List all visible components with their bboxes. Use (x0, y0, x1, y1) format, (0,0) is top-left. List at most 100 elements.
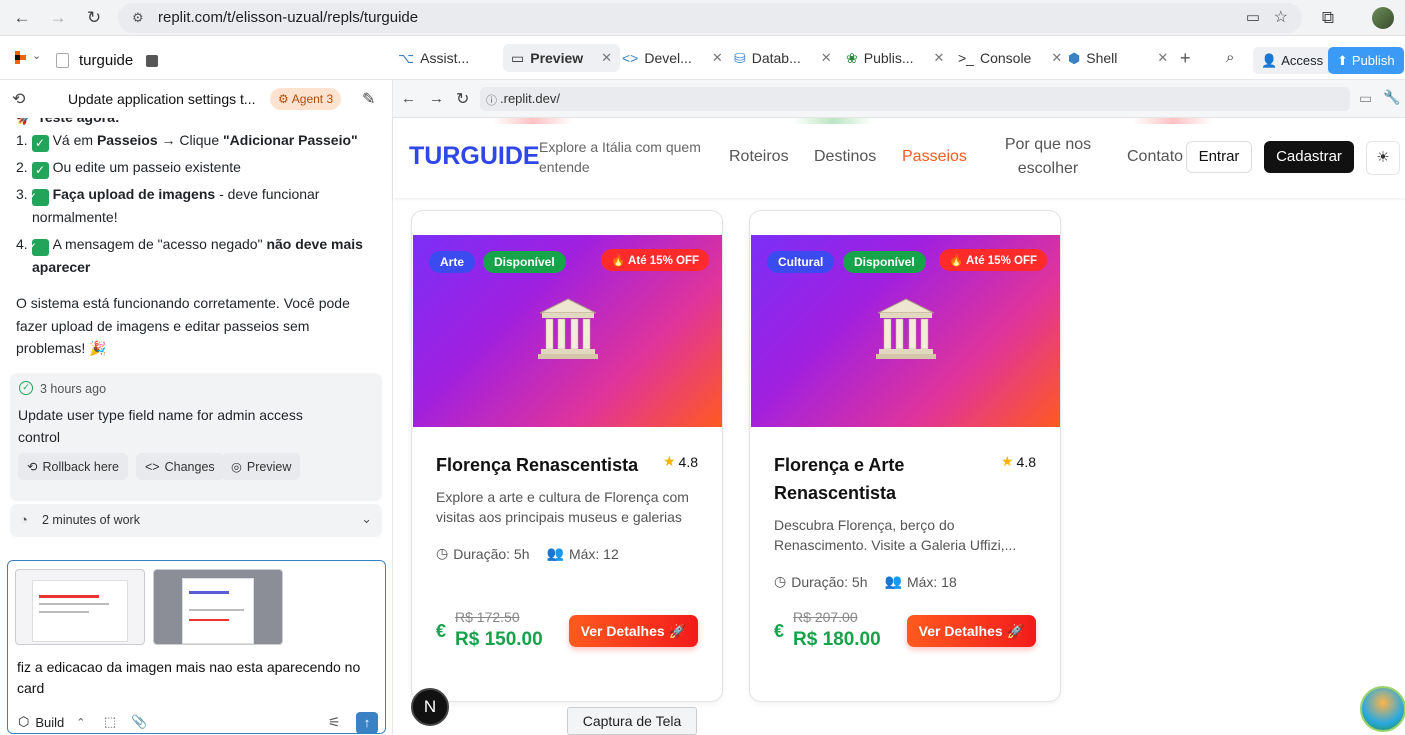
card-title[interactable]: Florença e Arte Renascentista (774, 451, 984, 507)
forward-icon[interactable]: → (48, 8, 68, 28)
details-button[interactable]: Ver Detalhes 🚀 (568, 615, 698, 647)
changes-button[interactable]: <> Changes (136, 453, 224, 480)
agent-summary: O sistema está funcionando corretamente.… (16, 295, 350, 356)
site-tagline: Explore a Itália com quem entende (539, 139, 701, 175)
card-title[interactable]: Florença Renascentista (436, 451, 646, 479)
thumbnail-line (189, 619, 229, 621)
tab-developer[interactable]: <> Devel... ✕ (622, 44, 723, 72)
history-icon[interactable]: ⟲ (12, 89, 25, 109)
forward-icon[interactable]: → (429, 90, 444, 107)
price: R$ 150.00 (455, 629, 543, 650)
agent-chat-panel: ⟲ Update application settings t... ⚙ Agen… (0, 80, 393, 734)
publish-button[interactable]: ⬆ Publish (1328, 47, 1404, 74)
close-icon[interactable]: ✕ (712, 50, 723, 66)
preview-toolbar: ← → ↻ ⓘ .replit.dev/ ▭ 🔧 (393, 80, 1405, 118)
details-button[interactable]: Ver Detalhes 🚀 (906, 615, 1036, 647)
landmark-icon (538, 298, 598, 359)
tab-console[interactable]: >_ Console ✕ (958, 44, 1062, 72)
card-meta: ◷ Duração: 5h 👥 Máx: 18 (774, 573, 957, 590)
island-avatar-icon[interactable] (1360, 686, 1405, 732)
address-bar[interactable]: ⚙ replit.com/t/elisson-uzual/repls/turgu… (118, 3, 1302, 33)
rollback-button[interactable]: ⟲ Rollback here (18, 453, 128, 480)
check-icon: ✓ (27, 238, 49, 256)
tab-assistant[interactable]: ⌥ Assist... (398, 44, 469, 72)
new-chat-icon[interactable]: ✎ (362, 89, 375, 109)
reload-icon[interactable]: ↻ (84, 8, 104, 28)
nav-por-que[interactable]: Por que nos escolher (998, 133, 1098, 181)
preview-icon: ▭ (511, 49, 525, 66)
login-button[interactable]: Entrar (1186, 141, 1252, 173)
nav-contato[interactable]: Contato (1127, 148, 1183, 166)
close-icon[interactable]: ✕ (934, 50, 945, 66)
extensions-icon[interactable]: ⧉ (1318, 8, 1338, 28)
install-app-icon[interactable]: ▭ (1246, 8, 1260, 26)
euro-icon: € (774, 621, 785, 641)
send-button[interactable]: ↑ (356, 712, 378, 734)
site-logo[interactable]: TURGUIDE (409, 142, 540, 171)
reload-icon[interactable]: ↻ (456, 89, 469, 109)
list-item: 1. ✓ Vá em Passeios → Clique "Adicionar P… (16, 132, 358, 152)
screenshot-tooltip: Captura de Tela (567, 707, 697, 735)
browser-toolbar: ← → ↻ ⚙ replit.com/t/elisson-uzual/repls… (0, 0, 1405, 36)
close-icon[interactable]: ✕ (821, 50, 832, 66)
check-icon: ✓ (27, 189, 49, 206)
rollback-icon: ⟲ (27, 460, 38, 474)
project-name[interactable]: turguide (79, 52, 133, 69)
close-icon[interactable]: ✕ (1051, 50, 1062, 66)
site-header: TURGUIDE Explore a Itália com quem enten… (393, 118, 1405, 198)
decor-glow (1133, 118, 1213, 124)
tab-preview[interactable]: ▭ Preview ✕ (503, 44, 621, 72)
nav-passeios[interactable]: Passeios (902, 148, 967, 166)
tour-card: Arte Disponível 🔥 Até 15% OFF Florença R… (411, 210, 723, 702)
tab-shell[interactable]: ⬢ Shell ✕ (1068, 44, 1168, 72)
checkpoint-time: 3 hours ago (40, 382, 107, 396)
theme-toggle-button[interactable]: ☀ (1366, 141, 1400, 175)
work-summary-row[interactable]: ◔ 2 minutes of work ⌄ (10, 504, 382, 537)
wrench-icon[interactable]: 🔧 (1383, 89, 1400, 106)
stop-icon[interactable] (146, 55, 158, 67)
chat-composer[interactable]: fiz a edicacao da imagen mais nao esta a… (7, 560, 386, 734)
sun-icon: ☀ (1376, 149, 1390, 166)
access-button[interactable]: 👤 Access (1253, 47, 1332, 74)
site-settings-icon[interactable]: ⚙ (132, 10, 144, 26)
thumbnail-line (189, 591, 229, 594)
preview-button[interactable]: ◎ Preview (222, 453, 301, 480)
build-mode-selector[interactable]: ⬡ Build ⌃ (18, 714, 86, 730)
chevron-down-icon[interactable]: ⌄ (361, 511, 372, 527)
back-icon[interactable]: ← (12, 8, 32, 28)
chat-title[interactable]: Update application settings t... (68, 91, 256, 107)
nav-roteiros[interactable]: Roteiros (729, 148, 789, 166)
thumbnail-line (39, 595, 99, 598)
preview-url-bar[interactable]: ⓘ .replit.dev/ (480, 87, 1350, 111)
nav-destinos[interactable]: Destinos (814, 148, 876, 166)
new-tab-icon[interactable]: + (1180, 48, 1191, 69)
tab-publish[interactable]: ❀ Publis... ✕ (846, 44, 944, 72)
assistant-icon: ⌥ (398, 49, 415, 66)
attach-icon[interactable]: 📎 (131, 714, 147, 730)
close-icon[interactable]: ✕ (1157, 50, 1168, 66)
clock-icon: ◷ (774, 573, 787, 589)
replit-logo-icon[interactable] (14, 51, 28, 65)
signup-button[interactable]: Cadastrar (1264, 141, 1354, 173)
thumbnail-line (39, 611, 89, 613)
card-image: Cultural Disponível 🔥 Até 15% OFF (751, 235, 1060, 427)
close-icon[interactable]: ✕ (601, 50, 612, 66)
devices-icon[interactable]: ▭ (1359, 90, 1372, 107)
rating: ★ 4.8 (1000, 453, 1036, 470)
settings-sliders-icon[interactable]: ⚟ (328, 714, 341, 731)
rating: ★ 4.8 (662, 453, 698, 470)
bookmark-star-icon[interactable]: ☆ (1274, 7, 1288, 27)
price: R$ 180.00 (793, 629, 881, 650)
search-icon[interactable]: ⌕ (1226, 49, 1234, 66)
profile-avatar[interactable] (1372, 7, 1394, 29)
offer-badge: 🔥 Até 15% OFF (600, 249, 709, 271)
attachment-thumbnail[interactable] (15, 569, 145, 645)
tab-database[interactable]: ⛁ Datab... ✕ (734, 44, 832, 72)
nextjs-dev-badge[interactable]: N (411, 688, 449, 726)
chevron-down-icon[interactable]: ⌄ (32, 49, 41, 62)
category-badge: Arte (429, 251, 476, 273)
chat-input[interactable]: fiz a edicacao da imagen mais nao esta a… (17, 657, 372, 699)
attachment-thumbnail[interactable] (153, 569, 283, 645)
back-icon[interactable]: ← (401, 90, 416, 107)
select-area-icon[interactable]: ⬚ (104, 714, 116, 730)
